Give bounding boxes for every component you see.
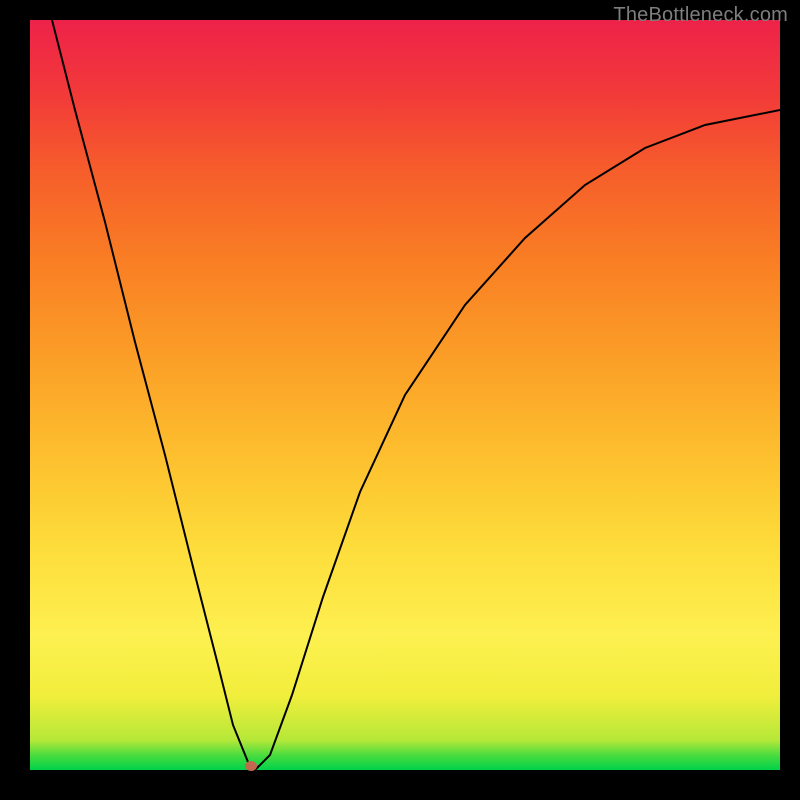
curve-path xyxy=(52,20,780,770)
watermark: TheBottleneck.com xyxy=(613,4,788,27)
optimum-marker xyxy=(245,761,257,771)
chart-root: TheBottleneck.com xyxy=(0,0,800,800)
bottleneck-curve xyxy=(30,20,780,770)
plot-area xyxy=(30,20,780,770)
